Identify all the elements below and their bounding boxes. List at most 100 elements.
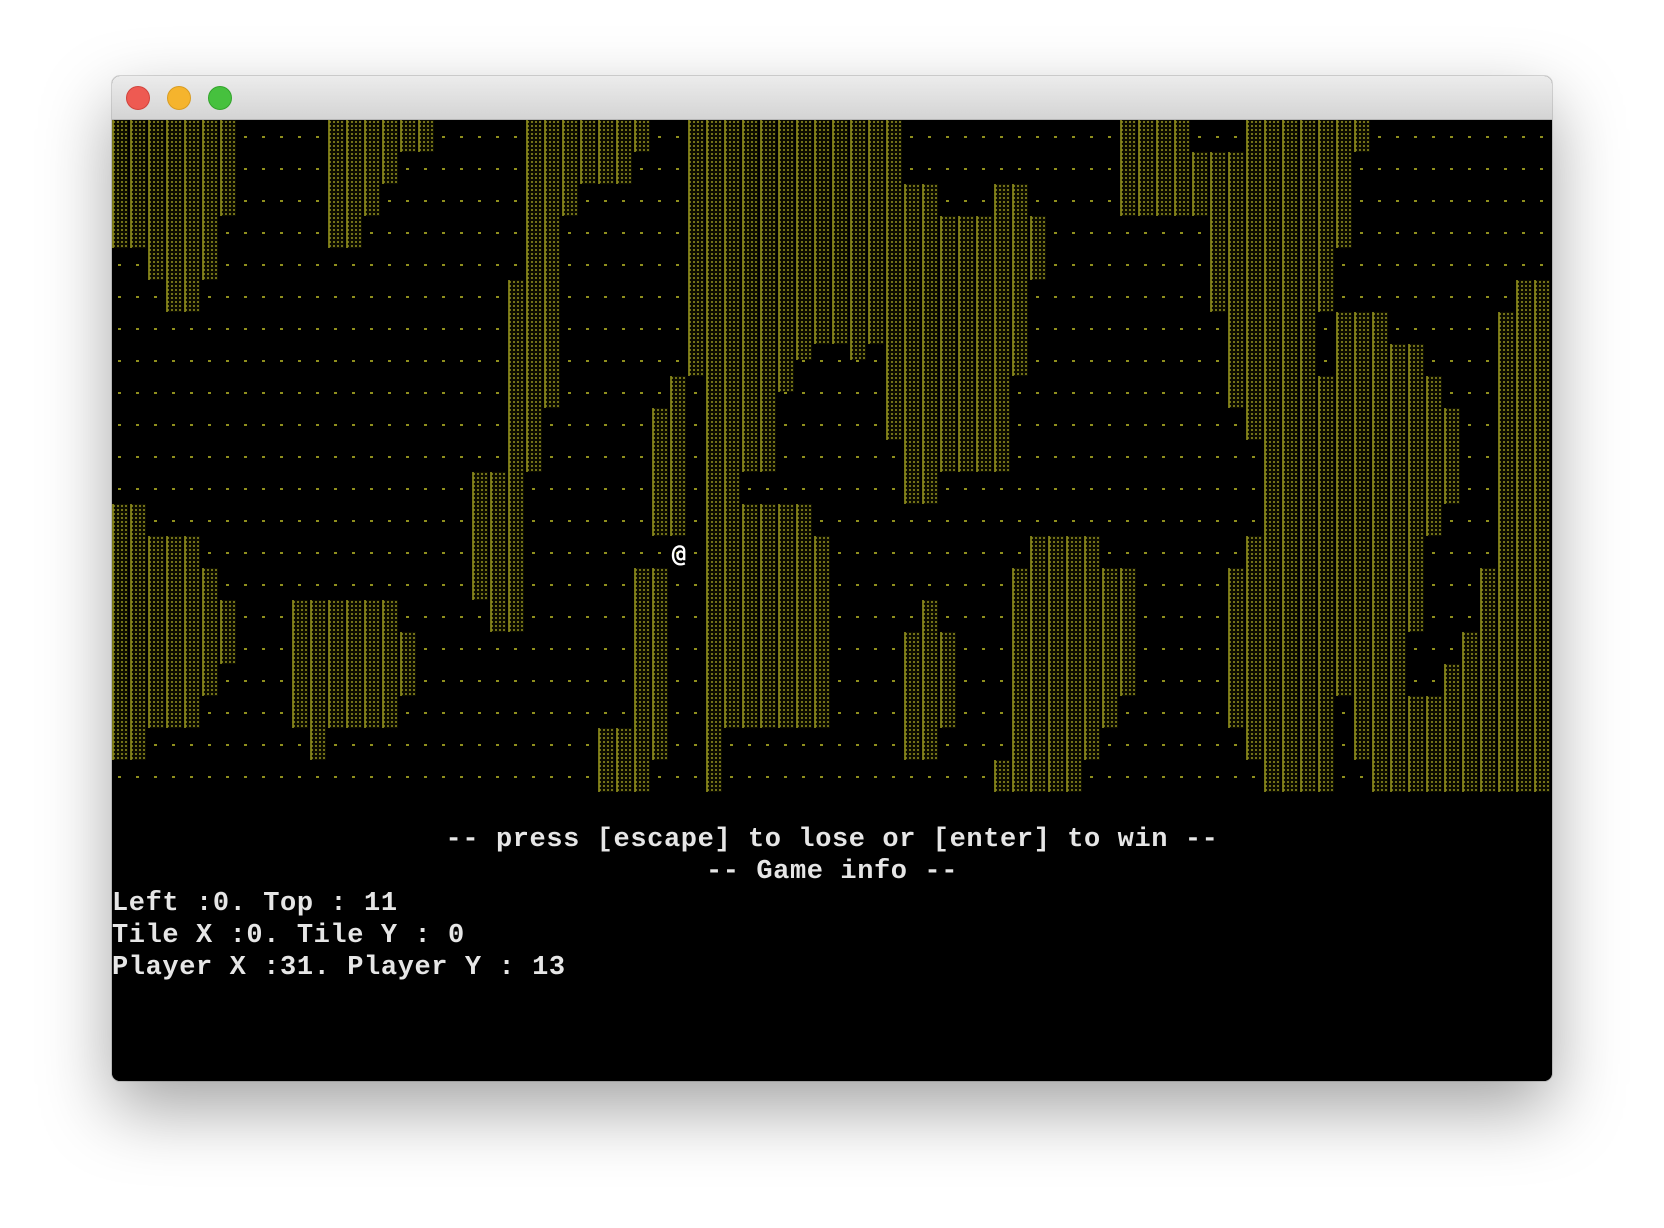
window-titlebar[interactable]: [112, 76, 1552, 120]
cave-wall-column: [1084, 536, 1102, 760]
minimize-window-button[interactable]: [167, 86, 191, 110]
cave-wall-column: [778, 120, 796, 392]
cave-wall-column: [1336, 312, 1354, 632]
cave-wall-column: [490, 472, 508, 632]
cave-wall-column: [652, 568, 670, 760]
cave-wall-column: [1264, 120, 1282, 472]
cave-wall-column: [616, 728, 634, 792]
cave-wall-column: [1300, 120, 1318, 440]
cave-wall-column: [580, 120, 598, 184]
cave-wall-column: [1300, 408, 1318, 792]
cave-wall-column: [1030, 216, 1048, 280]
cave-wall-column: [1102, 568, 1120, 728]
close-window-button[interactable]: [126, 86, 150, 110]
player-position-info: Player X :31. Player Y : 13: [112, 953, 566, 983]
cave-wall-column: [868, 120, 886, 344]
tile-position-info: Tile X :0. Tile Y : 0: [112, 921, 465, 951]
cave-wall-column: [400, 120, 418, 152]
game-map: @: [112, 120, 1552, 792]
cave-wall-column: [382, 120, 400, 184]
cave-wall-column: [1012, 568, 1030, 792]
cave-wall-column: [634, 120, 652, 152]
cave-wall-column: [544, 120, 562, 344]
cave-wall-column: [1336, 632, 1354, 696]
cave-wall-column: [616, 120, 634, 184]
cave-wall-column: [760, 120, 778, 472]
cave-wall-column: [1192, 152, 1210, 216]
cave-wall-column: [346, 120, 364, 248]
cave-wall-column: [1318, 376, 1336, 792]
cave-wall-column: [112, 120, 130, 248]
cave-wall-column: [1480, 568, 1498, 792]
cave-wall-column: [1408, 344, 1426, 632]
cave-wall-column: [1534, 280, 1552, 792]
cave-wall-column: [292, 600, 310, 728]
cave-wall-column: [130, 120, 148, 248]
cave-wall-column: [166, 536, 184, 728]
cave-wall-column: [1462, 632, 1480, 792]
cave-wall-column: [598, 728, 616, 792]
cave-wall-column: [1426, 696, 1444, 792]
cave-wall-column: [1174, 120, 1192, 216]
cave-wall-column: [1444, 664, 1462, 792]
cave-wall-column: [148, 536, 166, 728]
cave-wall-column: [940, 632, 958, 728]
cave-wall-column: [148, 120, 166, 280]
cave-wall-column: [1012, 184, 1030, 376]
cave-wall-column: [814, 536, 832, 728]
game-window: @ -- press [escape] to lose or [enter] t…: [112, 76, 1552, 1081]
cave-wall-column: [958, 216, 976, 472]
game-terminal[interactable]: @ -- press [escape] to lose or [enter] t…: [112, 120, 1552, 1081]
cave-wall-column: [1282, 440, 1300, 792]
cave-wall-column: [1048, 536, 1066, 792]
cave-wall-column: [724, 120, 742, 504]
cave-wall-column: [328, 120, 346, 248]
cave-wall-column: [364, 120, 382, 216]
cave-wall-column: [1318, 120, 1336, 312]
cave-wall-column: [1336, 120, 1354, 248]
cave-wall-column: [1408, 696, 1426, 792]
cave-wall-column: [652, 408, 670, 536]
cave-wall-column: [130, 504, 148, 760]
cave-wall-column: [1120, 120, 1138, 216]
cave-wall-column: [166, 120, 184, 312]
cave-wall-column: [922, 184, 940, 504]
cave-wall-column: [184, 536, 202, 728]
cave-wall-column: [850, 120, 868, 360]
cave-wall-column: [904, 632, 922, 760]
cave-wall-column: [202, 120, 220, 280]
cave-wall-column: [1354, 632, 1372, 760]
cave-wall-column: [994, 760, 1012, 792]
cave-wall-column: [706, 504, 724, 792]
cave-wall-column: [526, 120, 544, 472]
cave-wall-column: [796, 120, 814, 360]
cave-wall-column: [1390, 664, 1408, 792]
cave-wall-column: [508, 280, 526, 632]
cave-wall-column: [112, 504, 130, 760]
maximize-window-button[interactable]: [208, 86, 232, 110]
cave-wall-column: [1282, 120, 1300, 472]
cave-wall-column: [472, 472, 490, 600]
cave-wall-column: [1228, 152, 1246, 408]
cave-wall-column: [1390, 344, 1408, 696]
cave-wall-column: [1228, 568, 1246, 728]
cave-wall-column: [1372, 664, 1390, 792]
cave-wall-column: [904, 184, 922, 504]
cave-wall-column: [202, 568, 220, 696]
cave-wall-column: [1264, 472, 1282, 792]
cave-wall-column: [328, 600, 346, 728]
cave-wall-column: [796, 504, 814, 728]
cave-wall-column: [1120, 568, 1138, 696]
cave-wall-column: [1246, 536, 1264, 760]
cave-wall-column: [670, 376, 688, 536]
cave-wall-column: [544, 344, 562, 408]
cave-wall-column: [832, 120, 850, 344]
cave-wall-column: [1426, 376, 1444, 536]
cave-wall-column: [310, 600, 328, 760]
cave-wall-column: [778, 504, 796, 728]
cave-wall-column: [724, 504, 742, 728]
cave-wall-column: [346, 600, 364, 728]
cave-wall-column: [1066, 536, 1084, 792]
cave-wall-column: [886, 120, 904, 440]
cave-wall-column: [400, 632, 418, 696]
